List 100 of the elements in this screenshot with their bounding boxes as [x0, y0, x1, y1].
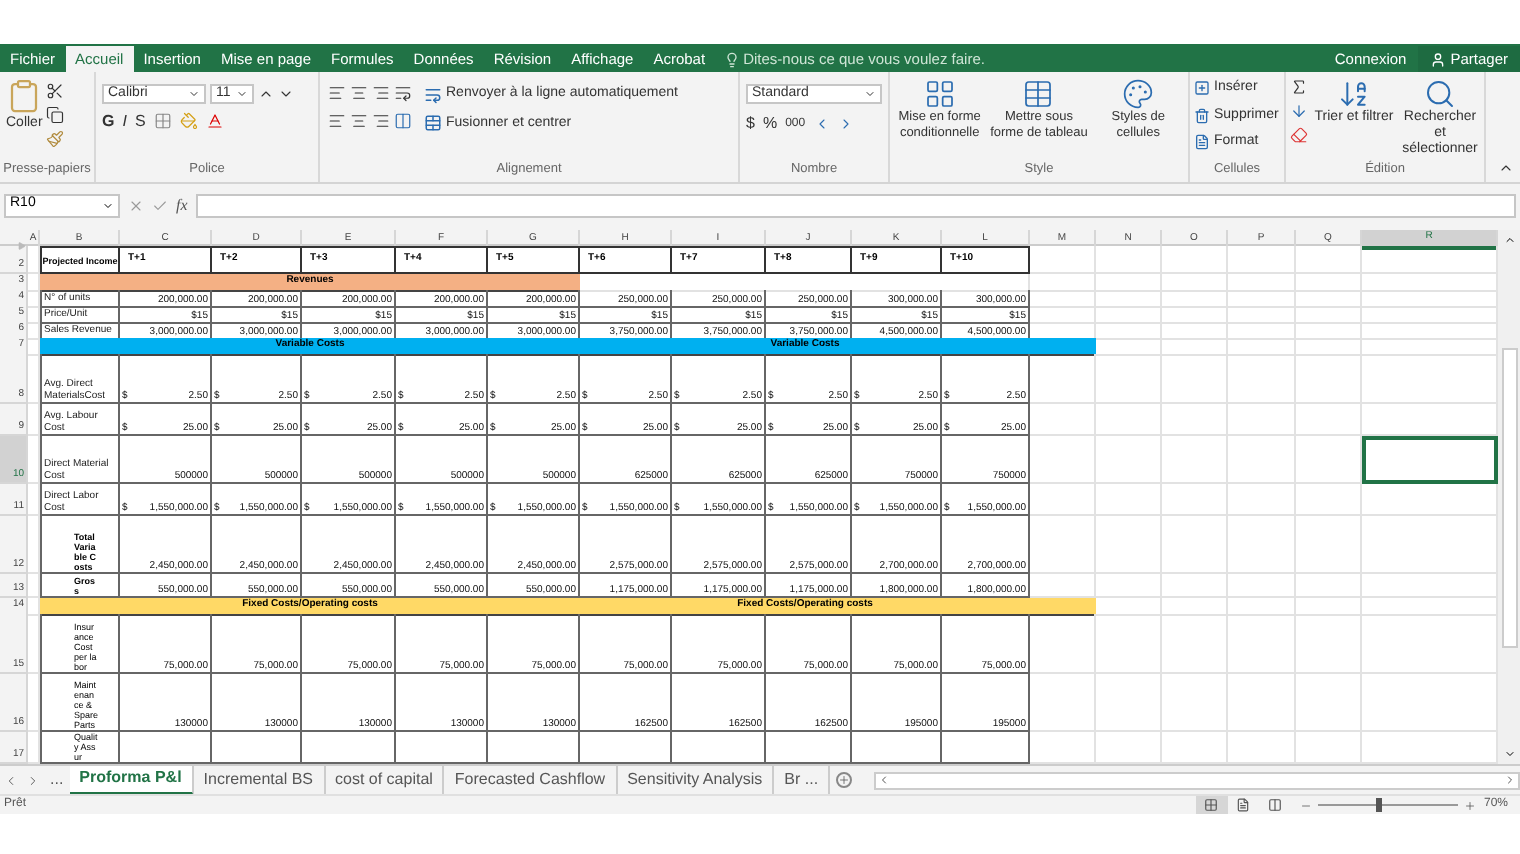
empty-cell [1162, 290, 1228, 307]
document-icon [1194, 134, 1210, 151]
zoom-thumb[interactable] [1376, 798, 1383, 812]
empty-cell [1030, 614, 1096, 674]
empty-cell [1096, 614, 1162, 674]
tabs-overflow-button[interactable]: ... [44, 768, 70, 792]
scroll-down-icon[interactable] [1503, 748, 1515, 760]
empty-cell [1296, 484, 1362, 516]
merge-cells-icon [424, 114, 442, 133]
insert-icon [1194, 80, 1210, 97]
empty-cell [1030, 290, 1096, 307]
borders-icon[interactable] [153, 112, 172, 130]
empty-cell [1030, 354, 1096, 404]
scroll-left-icon[interactable] [4, 773, 18, 787]
caret-icon [102, 199, 114, 211]
empty-cell [1162, 306, 1228, 323]
clipboard-icon [6, 78, 43, 114]
eraser-icon[interactable] [1290, 126, 1308, 144]
horizontal-scrollbar[interactable] [874, 771, 1520, 789]
bold-button[interactable]: G [102, 113, 115, 129]
empty-cell [1096, 246, 1162, 274]
scroll-left-icon[interactable] [878, 774, 891, 786]
empty-cell [1162, 354, 1228, 404]
fill-color-icon[interactable] [179, 112, 198, 130]
empty-cell [1162, 404, 1228, 436]
empty-cell [1228, 274, 1296, 291]
currency-button[interactable]: $ [746, 112, 755, 136]
sheet-tab[interactable]: Proforma P&l [69, 765, 194, 795]
scissors-icon[interactable] [46, 82, 65, 100]
vertical-scrollbar[interactable] [1498, 230, 1520, 764]
formula-field[interactable] [195, 193, 1516, 217]
empty-cell [1162, 436, 1228, 484]
person-icon [1430, 51, 1447, 67]
empty-cell [1228, 322, 1296, 339]
font-color-icon[interactable] [205, 112, 224, 130]
empty-cell [1030, 404, 1096, 436]
lightbulb-icon [723, 51, 740, 67]
palette-icon [1122, 78, 1155, 110]
sum-icon[interactable] [1290, 78, 1308, 96]
empty-cell [1096, 484, 1162, 516]
scroll-up-icon[interactable] [1503, 234, 1515, 246]
scroll-right-icon[interactable] [1504, 774, 1516, 786]
cancel-icon[interactable] [128, 197, 144, 213]
collapse-ribbon-icon[interactable] [1498, 160, 1514, 176]
empty-cell [1096, 404, 1162, 436]
empty-cell [1162, 574, 1228, 598]
align-center-icon[interactable] [350, 112, 368, 130]
empty-cell [1296, 614, 1362, 674]
empty-cell [1228, 246, 1296, 274]
empty-cell [1228, 436, 1296, 484]
empty-cell [1296, 338, 1362, 355]
italic-button[interactable]: I [122, 113, 127, 129]
empty-cell [1296, 574, 1362, 598]
align-left-icon[interactable] [328, 112, 346, 130]
empty-cell [1096, 322, 1162, 339]
align-right-icon[interactable] [372, 112, 390, 130]
empty-cell [1096, 274, 1162, 291]
empty-cell [1228, 574, 1296, 598]
empty-cell [1296, 436, 1362, 484]
empty-cell [1096, 290, 1162, 307]
search-icon [1424, 78, 1456, 110]
scroll-thumb[interactable] [1501, 347, 1517, 647]
empty-cell [1162, 614, 1228, 674]
empty-cell [1228, 338, 1296, 355]
empty-cell [1228, 674, 1296, 732]
shrink-font-icon[interactable] [278, 86, 294, 102]
empty-cell [1096, 436, 1162, 484]
empty-cell [1296, 516, 1362, 574]
caret-icon [864, 88, 876, 100]
underline-button[interactable]: S [134, 113, 146, 129]
grow-font-icon[interactable] [258, 86, 274, 102]
percent-button[interactable]: % [762, 112, 778, 136]
empty-cell [1162, 674, 1228, 732]
trash-icon [1194, 107, 1210, 124]
empty-cell [1296, 246, 1362, 274]
table-icon [1022, 78, 1055, 110]
scroll-right-icon[interactable] [26, 773, 40, 787]
copy-icon[interactable] [46, 106, 65, 124]
insert-function-button[interactable]: fx [176, 193, 188, 217]
empty-cell [1296, 404, 1362, 436]
empty-cell [1162, 516, 1228, 574]
sort-icon [1338, 78, 1370, 110]
empty-cell [1296, 354, 1362, 404]
zoom-in-icon[interactable] [1463, 799, 1476, 811]
add-sheet-icon[interactable] [836, 772, 853, 788]
empty-cell [1296, 674, 1362, 732]
wrap-text-icon [424, 85, 442, 104]
empty-cell [1296, 306, 1362, 323]
empty-cell [1162, 338, 1228, 355]
view-button[interactable] [1195, 796, 1228, 814]
grid-icon [1204, 798, 1219, 812]
columns-icon [1268, 798, 1283, 812]
empty-cell [1096, 516, 1162, 574]
empty-cell [1030, 246, 1096, 274]
selected-cell[interactable] [1362, 436, 1498, 484]
empty-cell [1296, 274, 1362, 291]
empty-cell [1296, 322, 1362, 339]
empty-cell [1228, 598, 1296, 615]
empty-cell [1296, 290, 1362, 307]
empty-cell [1162, 484, 1228, 516]
